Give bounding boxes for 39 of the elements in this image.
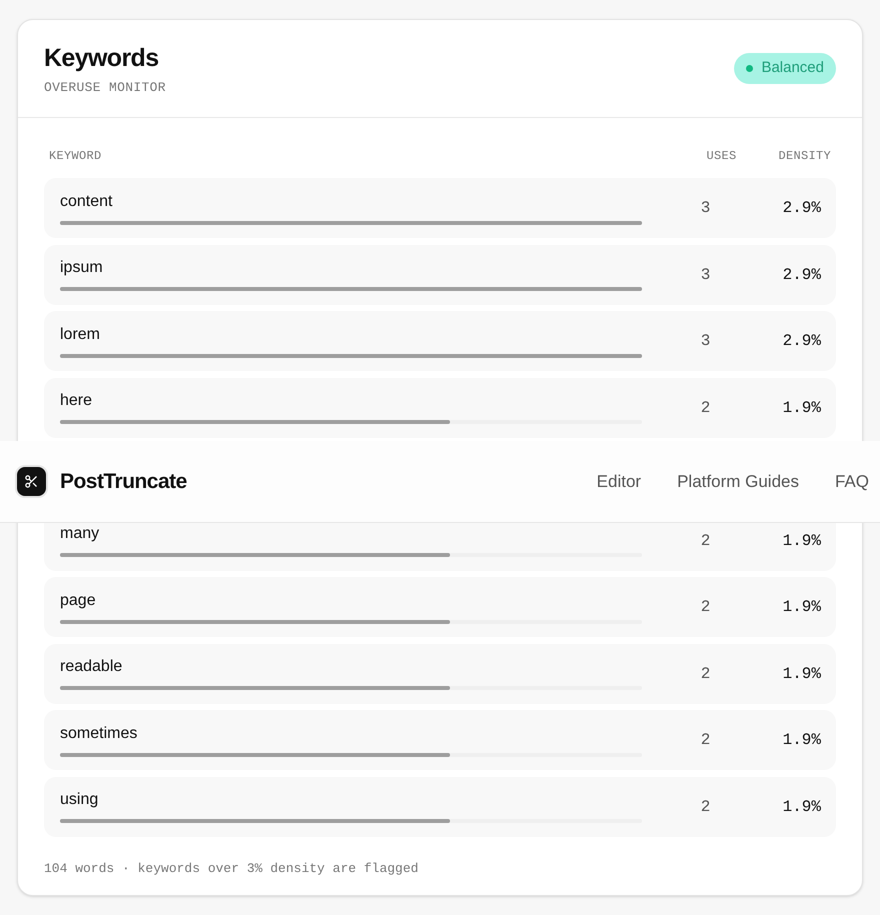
scissors-logo-icon xyxy=(17,467,46,496)
density-value: 2.9% xyxy=(782,331,821,352)
keyword-label: sometimes xyxy=(60,724,138,744)
status-badge: Balanced xyxy=(734,53,836,84)
keyword-label: many xyxy=(60,524,100,544)
keyword-label: page xyxy=(60,590,96,610)
uses-count: 2 xyxy=(700,398,712,418)
keyword-label: ipsum xyxy=(60,258,103,278)
density-value: 1.9% xyxy=(782,664,821,684)
density-value: 1.9% xyxy=(782,796,821,818)
uses-count: 3 xyxy=(700,331,712,352)
density-value: 1.9% xyxy=(782,597,821,618)
density-value: 1.9% xyxy=(782,398,821,418)
keyword-label: readable xyxy=(60,657,122,677)
uses-count: 3 xyxy=(700,264,712,286)
density-value: 1.9% xyxy=(782,730,821,751)
column-header: USES xyxy=(706,148,736,165)
density-value: 1.9% xyxy=(782,530,821,552)
uses-count: 3 xyxy=(700,198,712,219)
uses-count: 2 xyxy=(700,530,712,552)
keyword-label: here xyxy=(60,391,92,411)
uses-count: 2 xyxy=(700,597,712,618)
uses-count: 2 xyxy=(700,664,712,684)
card-subtitle: OVERUSE MONITOR xyxy=(44,79,166,97)
uses-count: 2 xyxy=(700,730,712,751)
brand-name[interactable]: PostTruncate xyxy=(60,466,187,498)
density-value: 2.9% xyxy=(782,264,821,286)
column-header: KEYWORD xyxy=(49,148,102,165)
keyword-label: content xyxy=(60,192,112,212)
nav-link[interactable]: FAQ xyxy=(834,468,869,494)
column-header: DENSITY xyxy=(778,148,831,165)
uses-count: 2 xyxy=(700,796,712,818)
density-value: 2.9% xyxy=(782,198,821,219)
card-title: Keywords xyxy=(44,43,160,74)
nav-link[interactable]: Editor xyxy=(596,468,642,494)
nav-link[interactable]: Platform Guides xyxy=(677,468,799,494)
keyword-label: lorem xyxy=(60,324,100,344)
keyword-label: using xyxy=(60,790,98,810)
footer-note: 104 words · keywords over 3% density are flagged xyxy=(44,860,420,878)
